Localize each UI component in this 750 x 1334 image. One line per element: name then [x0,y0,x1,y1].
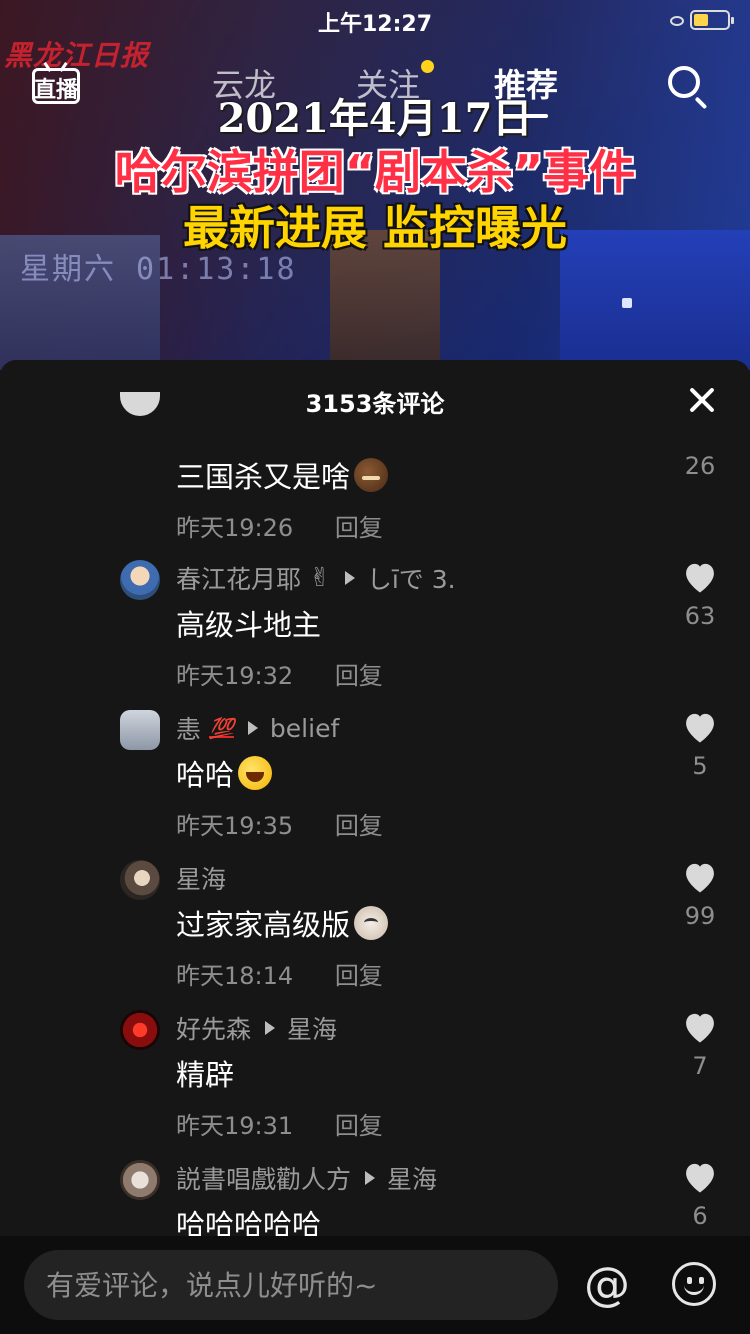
video-headline-subtitle: 最新进展 监控曝光 [182,201,567,255]
comment-input[interactable] [46,1250,536,1320]
comments-panel: 3153条评论 三国杀又是啥 昨天19:26 回复 26 春江花月耶 ✌ しīで… [0,360,750,1334]
comment-user-line: 恚 💯 belief [176,710,339,746]
comment-user-line: 好先森 星海 [176,1010,337,1046]
reply-button[interactable]: 回复 [335,962,383,990]
avatar[interactable] [120,392,160,416]
like-button[interactable]: 7 [680,1010,720,1080]
comment-user-line: 星海 [176,860,226,896]
close-icon[interactable] [688,386,716,414]
like-count: 63 [684,602,716,630]
reply-arrow-icon [365,1171,376,1185]
heart-icon [686,1013,714,1043]
comment-composer: @ [0,1236,750,1334]
hundred-points-emoji-icon: 💯 [209,716,234,740]
reply-to-username[interactable]: 星海 [387,1160,437,1196]
heart-icon [686,863,714,893]
reply-arrow-icon [265,1021,276,1035]
comment-meta: 昨天19:31 回复 [176,1106,383,1141]
like-button[interactable]: 99 [680,860,720,930]
avatar[interactable] [120,1160,160,1200]
emoji-picker-icon[interactable] [672,1262,716,1306]
like-count: 6 [692,1202,708,1230]
comment-meta: 昨天19:35 回复 [176,806,383,841]
reply-button[interactable]: 回复 [335,662,383,690]
avatar[interactable] [120,710,160,750]
video-scene-light [622,298,632,308]
reply-to-username[interactable]: 星海 [287,1010,337,1046]
comment-text-content: 三国杀又是啥 [176,460,351,494]
reply-button[interactable]: 回复 [335,1112,383,1140]
video-player[interactable]: 星期六 01:13:18 2021年4月17日 哈尔滨拼团“剧本杀”事件 最新进… [0,0,750,370]
victory-hand-emoji-icon: ✌ [309,563,331,593]
laughing-face-emoji-icon [238,756,273,790]
reply-to-username[interactable]: しīで 3. [367,560,456,596]
reply-to-username[interactable]: belief [270,714,339,743]
like-count: 99 [684,902,716,930]
comment-item: 好先森 星海 精辟 昨天19:31 回复 7 [0,1010,750,1160]
avatar[interactable] [120,1010,160,1050]
status-bar: 上午12:27 [0,6,750,37]
comment-text: 高级斗地主 [176,608,322,642]
reply-arrow-icon [247,721,258,735]
comment-input-pill[interactable] [24,1250,558,1320]
tab-following[interactable]: 关注 [356,60,435,106]
comment-time: 昨天19:35 [176,812,294,840]
like-count: 7 [692,1052,708,1080]
comment-username[interactable]: 恚 [176,710,201,746]
comment-username[interactable]: 好先森 [176,1010,251,1046]
comment-item: 恚 💯 belief 哈哈 昨天19:35 回复 5 [0,710,750,860]
comment-time: 昨天18:14 [176,962,294,990]
mention-at-icon[interactable]: @ [584,1258,630,1310]
comment-username[interactable]: 説書唱戲勸人方 [176,1160,351,1196]
comment-meta: 昨天18:14 回复 [176,956,383,991]
comment-time: 昨天19:32 [176,662,294,690]
comment-user-line: 説書唱戲勸人方 星海 [176,1160,437,1196]
heart-icon [686,713,714,743]
comment-time: 昨天19:31 [176,1112,294,1140]
mean-face-emoji-icon [354,458,389,492]
like-button[interactable]: 26 [680,448,720,480]
avatar[interactable] [120,860,160,900]
comment-time: 昨天19:26 [176,514,294,542]
status-time: 上午12:27 [317,12,433,37]
comment-username[interactable]: 春江花月耶 [176,560,301,596]
like-count: 26 [684,452,716,480]
comment-username[interactable]: 星海 [176,860,226,896]
comment-user-line: 春江花月耶 ✌ しīで 3. [176,560,456,596]
reply-button[interactable]: 回复 [335,812,383,840]
like-button[interactable]: 5 [680,710,720,780]
search-icon[interactable] [666,64,710,110]
comment-text: 哈哈 [176,752,273,794]
comment-text: 三国杀又是啥 [176,454,389,496]
tab-following-label: 关注 [356,66,421,104]
tab-recommended[interactable]: 推荐 [494,60,558,118]
reply-arrow-icon [344,571,355,585]
new-content-dot [421,60,435,73]
like-button[interactable]: 6 [680,1160,720,1230]
tab-local[interactable]: 云龙 [212,60,276,106]
comment-text-content: 过家家高级版 [176,908,351,942]
like-count: 5 [692,752,708,780]
comment-item: 三国杀又是啥 昨天19:26 回复 26 [0,392,750,562]
heart-icon [686,563,714,593]
comment-item: 春江花月耶 ✌ しīで 3. 高级斗地主 昨天19:32 回复 63 [0,560,750,710]
cat-face-emoji-icon [354,906,389,940]
battery-icon [690,10,734,30]
reply-button[interactable]: 回复 [335,514,383,542]
comment-text-content: 哈哈 [176,758,235,792]
like-button[interactable]: 63 [680,560,720,630]
comment-text: 过家家高级版 [176,902,389,944]
heart-icon [686,1163,714,1193]
top-nav: 云龙 关注 推荐 [0,60,750,118]
comment-meta: 昨天19:32 回复 [176,656,383,691]
comment-text: 精辟 [176,1058,235,1092]
avatar[interactable] [120,560,160,600]
comment-meta: 昨天19:26 回复 [176,508,383,543]
comment-item: 星海 过家家高级版 昨天18:14 回复 99 [0,860,750,1010]
signal-icon [670,16,684,26]
